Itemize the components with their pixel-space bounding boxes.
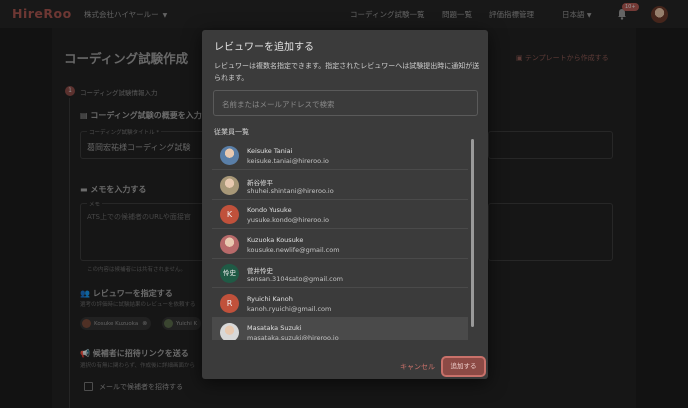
employee-list-title: 従業員一覧 [214, 128, 249, 136]
employee-email: kousuke.newlife@gmail.com [247, 245, 340, 254]
avatar [220, 146, 239, 165]
employee-name: 菅井怜史 [247, 267, 273, 275]
employee-name: Ryuichi Kanoh [247, 294, 293, 303]
employee-name: 新谷修平 [247, 178, 273, 187]
employee-list: Keisuke Taniai keisuke.taniai@hireroo.io 新… [212, 141, 468, 340]
employee-row[interactable]: K Kondo Yusuke yusuke.kondo@hireroo.io [212, 200, 468, 229]
employee-name: Kondo Yusuke [247, 206, 292, 214]
employee-row[interactable]: R Ryuichi Kanoh kanoh.ryuichi@gmail.com [212, 289, 468, 318]
dialog-title: レビュワーを追加する [214, 42, 314, 53]
employee-row[interactable]: Keisuke Taniai keisuke.taniai@hireroo.io [212, 141, 468, 170]
avatar: K [220, 205, 239, 224]
employee-email: keisuke.taniai@hireroo.io [247, 157, 329, 165]
scrollbar-thumb[interactable] [471, 139, 474, 327]
employee-email: yusuke.kondo@hireroo.io [247, 216, 329, 224]
search-placeholder: 名前またはメールアドレスで検索 [222, 100, 335, 109]
employee-row[interactable]: 新谷修平 shuhei.shintani@hireroo.io [212, 171, 468, 200]
dialog-description: レビュワーは複数名指定できます。指定されたレビュワーへは試験提出時に通知が送られ… [214, 62, 480, 82]
employee-name: Keisuke Taniai [247, 147, 293, 155]
employee-row[interactable]: Kuzuoka Kousuke kousuke.newlife@gmail.com [212, 230, 468, 259]
employee-name: Kuzuoka Kousuke [247, 235, 304, 244]
employee-email: shuhei.shintani@hireroo.io [247, 186, 334, 195]
avatar [220, 234, 239, 254]
avatar [220, 323, 239, 340]
employee-row[interactable]: Masataka Suzuki masataka.suzuki@hireroo.i… [212, 318, 468, 340]
employee-name: Masataka Suzuki [247, 324, 302, 332]
avatar [220, 175, 239, 195]
reviewer-search-input[interactable]: 名前またはメールアドレスで検索 [213, 90, 478, 116]
add-reviewer-dialog: レビュワーを追加する レビュワーは複数名指定できます。指定されたレビュワーへは試… [202, 30, 488, 379]
avatar: R [220, 293, 239, 313]
add-button[interactable]: 追加する [443, 358, 484, 375]
employee-email: kanoh.ryuichi@gmail.com [247, 304, 332, 313]
employee-email: sensan.3104sato@gmail.com [247, 275, 343, 283]
employee-email: masataka.suzuki@hireroo.io [247, 334, 339, 340]
avatar: 怜史 [220, 264, 239, 283]
employee-row[interactable]: 怜史 菅井怜史 sensan.3104sato@gmail.com [212, 259, 468, 288]
cancel-button[interactable]: キャンセル [400, 362, 435, 372]
